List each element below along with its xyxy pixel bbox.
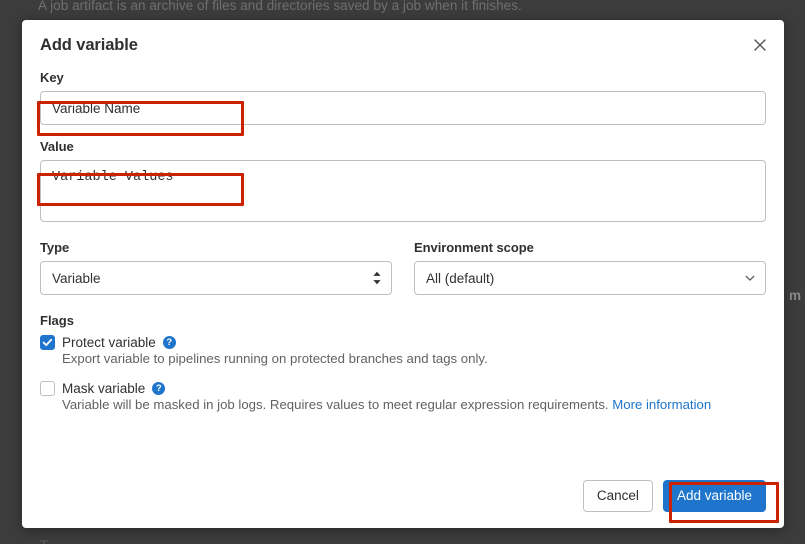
mask-variable-flag: Mask variable ? Variable will be masked … <box>40 381 766 413</box>
environment-scope-field: Environment scope All (default) <box>414 240 766 295</box>
mask-variable-description: Variable will be masked in job logs. Req… <box>62 397 722 413</box>
more-information-link[interactable]: More information <box>612 397 711 412</box>
type-select-value: Variable <box>52 270 101 286</box>
modal-footer: Cancel Add variable <box>22 464 784 528</box>
add-variable-modal: Add variable Key Value Type Variable <box>22 20 784 528</box>
type-field: Type Variable <box>40 240 392 295</box>
help-icon[interactable]: ? <box>162 336 176 349</box>
protect-variable-checkbox[interactable] <box>40 335 55 350</box>
key-label: Key <box>40 70 64 85</box>
close-icon[interactable] <box>749 34 771 56</box>
modal-body: Key Value Type Variable <box>22 70 784 413</box>
background-text-right: m <box>789 288 802 303</box>
environment-scope-value: All (default) <box>426 270 495 286</box>
cancel-button[interactable]: Cancel <box>582 480 653 512</box>
background-text-top: A job artifact is an archive of files an… <box>38 0 522 13</box>
mask-variable-description-text: Variable will be masked in job logs. Req… <box>62 397 613 413</box>
modal-header: Add variable <box>22 20 784 70</box>
mask-variable-label[interactable]: Mask variable <box>62 381 145 396</box>
value-label: Value <box>40 139 74 154</box>
protect-variable-flag: Protect variable ? Export variable to pi… <box>40 335 766 367</box>
protect-variable-description: Export variable to pipelines running on … <box>62 351 488 366</box>
help-icon[interactable]: ? <box>152 382 166 396</box>
flags-title: Flags <box>40 313 74 328</box>
environment-scope-select[interactable]: All (default) <box>414 261 766 295</box>
environment-scope-label: Environment scope <box>414 240 534 255</box>
mask-variable-checkbox[interactable] <box>40 381 55 397</box>
type-scope-row: Type Variable Environment scope All (def… <box>40 240 766 295</box>
modal-title: Add variable <box>40 35 138 54</box>
protect-variable-label[interactable]: Protect variable <box>62 335 156 350</box>
background-text-bottom: T <box>40 538 48 544</box>
key-input[interactable] <box>40 91 766 125</box>
add-variable-button[interactable]: Add variable <box>662 480 766 512</box>
value-textarea[interactable] <box>40 160 766 222</box>
type-select[interactable]: Variable <box>40 261 392 295</box>
type-label: Type <box>40 240 70 255</box>
